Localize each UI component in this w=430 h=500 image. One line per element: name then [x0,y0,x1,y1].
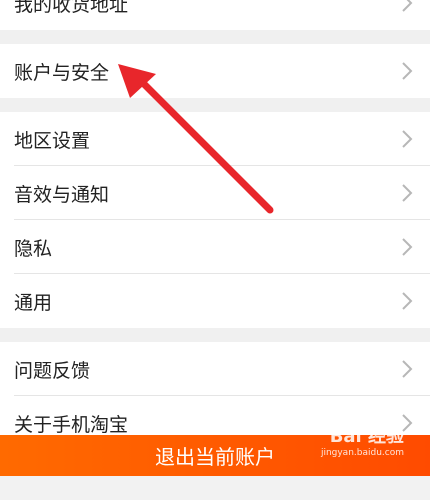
row-general[interactable]: 通用 [0,274,430,328]
logout-label: 退出当前账户 [155,445,275,469]
row-label: 问题反馈 [14,359,91,382]
section-gap [0,30,430,44]
row-label: 我的收货地址 [14,0,129,16]
settings-group-address: 我的收货地址 [0,0,430,30]
watermark-brand: Bai 经验 [329,426,404,447]
section-gap [0,328,430,342]
chevron-right-icon [402,62,413,80]
settings-group-general: 地区设置 音效与通知 隐私 通用 [0,112,430,328]
row-label: 关于手机淘宝 [14,413,129,436]
row-label: 音效与通知 [14,183,110,206]
section-gap [0,98,430,112]
row-shipping-address[interactable]: 我的收货地址 [0,0,430,30]
settings-page: 我的收货地址 账户与安全 地区设置 音效与通知 隐私 通用 问题反馈 关于手机淘… [0,0,430,450]
row-label: 账户与安全 [14,61,110,84]
row-label: 隐私 [14,237,53,260]
row-account-security[interactable]: 账户与安全 [0,44,430,98]
row-sound-notifications[interactable]: 音效与通知 [0,166,430,220]
row-privacy[interactable]: 隐私 [0,220,430,274]
chevron-right-icon [402,184,413,202]
row-label: 通用 [14,291,53,314]
chevron-right-icon [402,130,413,148]
row-label: 地区设置 [14,129,91,152]
chevron-right-icon [402,238,413,256]
watermark-site: jingyan.baidu.com [320,448,404,458]
chevron-right-icon [402,360,413,378]
row-feedback[interactable]: 问题反馈 [0,342,430,396]
row-region-settings[interactable]: 地区设置 [0,112,430,166]
chevron-right-icon [402,292,413,310]
settings-group-account: 账户与安全 [0,44,430,98]
baidu-jingyan-watermark: Bai 经验 jingyan.baidu.com [321,428,404,458]
chevron-right-icon [402,0,413,12]
